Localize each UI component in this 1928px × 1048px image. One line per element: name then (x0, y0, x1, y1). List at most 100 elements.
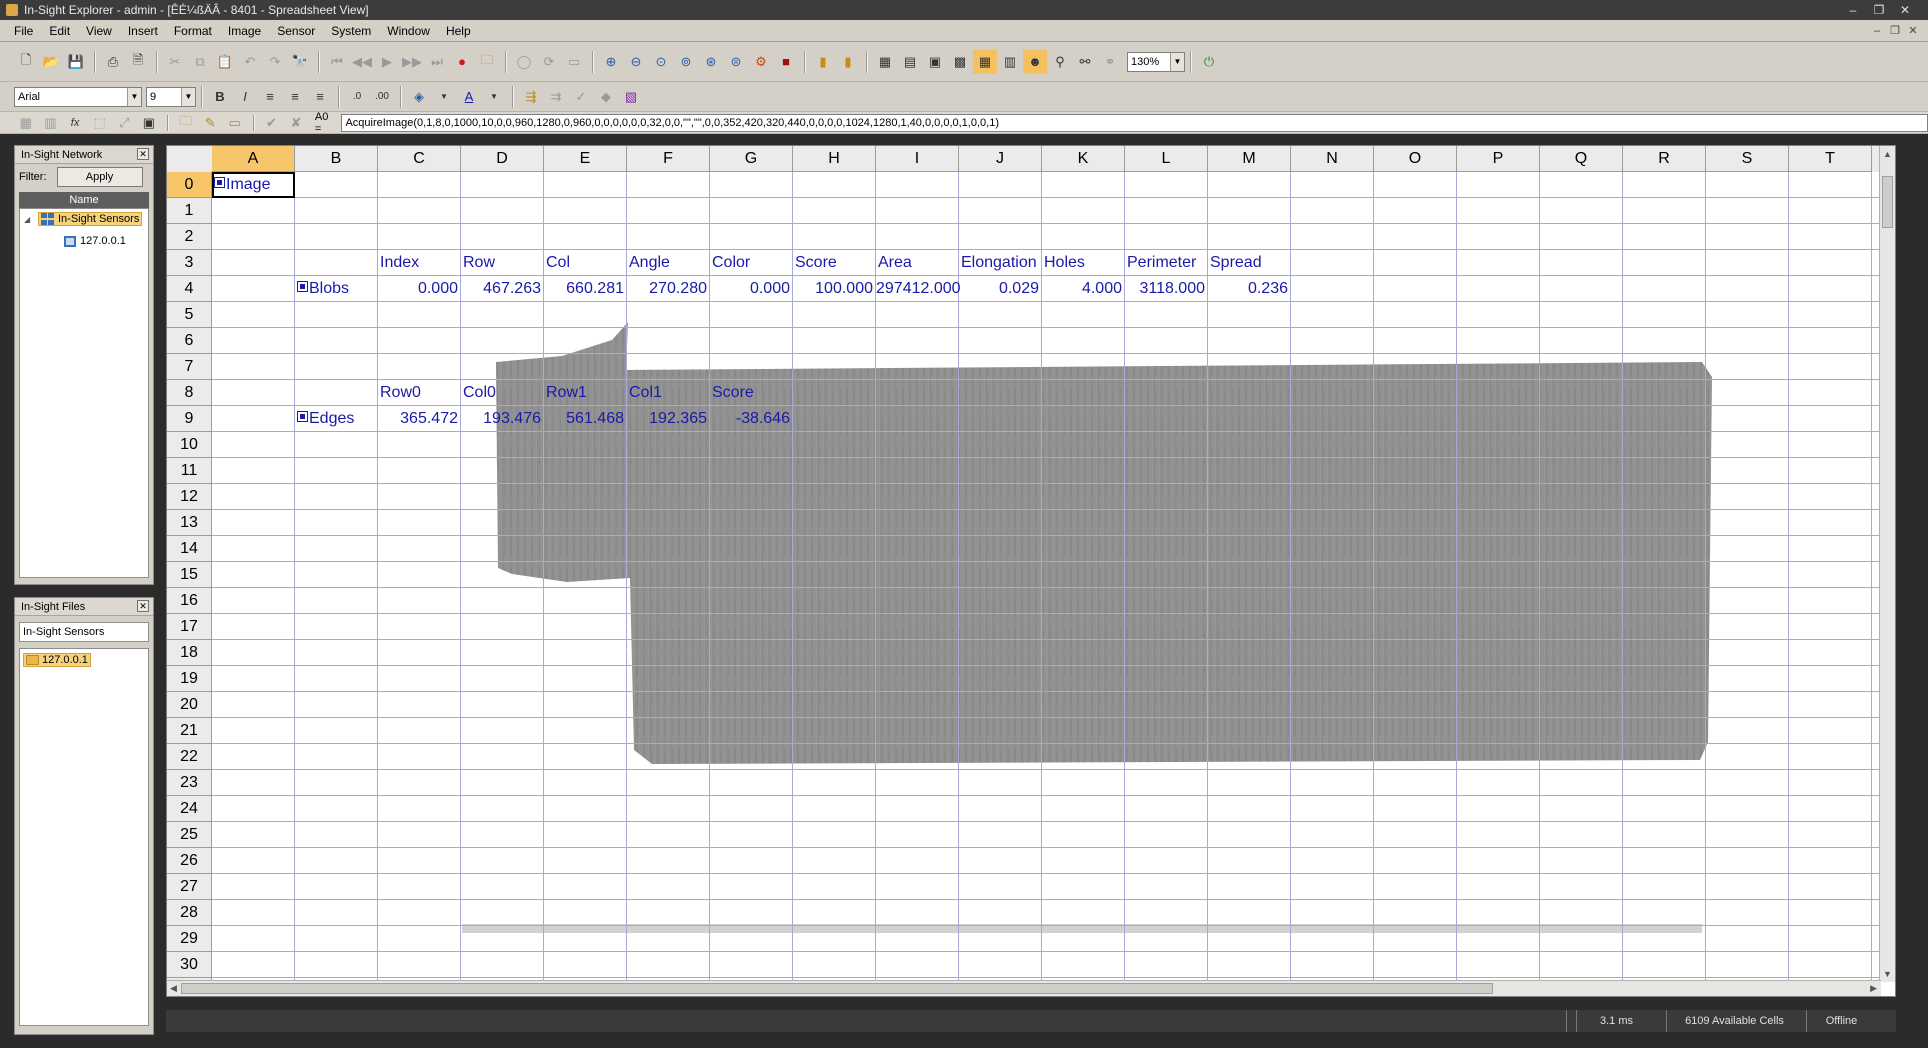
column-header-g[interactable]: G (710, 146, 793, 172)
zoom-out-icon[interactable]: ⊖ (624, 50, 648, 74)
menu-sensor[interactable]: Sensor (269, 20, 323, 42)
chevron-down-icon[interactable]: ▼ (432, 85, 456, 109)
row-header-12[interactable]: 12 (167, 484, 212, 510)
edge-header-cell[interactable]: Row1 (546, 380, 587, 406)
column-header-h[interactable]: H (793, 146, 876, 172)
blob-header-cell[interactable]: Spread (1210, 250, 1262, 276)
scroll-right-icon[interactable]: ▶ (1870, 983, 1877, 994)
row-header-5[interactable]: 5 (167, 302, 212, 328)
trace-icon[interactable]: ⇉ (544, 85, 568, 109)
row-header-11[interactable]: 11 (167, 458, 212, 484)
row-header-16[interactable]: 16 (167, 588, 212, 614)
row-header-19[interactable]: 19 (167, 666, 212, 692)
edge-value-cell[interactable]: 365.472 (378, 406, 458, 432)
column-header-k[interactable]: K (1042, 146, 1125, 172)
image-settings-icon[interactable]: ⚙ (749, 50, 773, 74)
job-icon[interactable]: ▮ (811, 50, 835, 74)
row-header-18[interactable]: 18 (167, 640, 212, 666)
column-header-o[interactable]: O (1374, 146, 1457, 172)
edit-icon[interactable]: ✎ (198, 114, 222, 132)
menu-window[interactable]: Window (379, 20, 438, 42)
blob-value-cell[interactable]: 3118.000 (1125, 276, 1205, 302)
last-record-icon[interactable]: ⏭ (425, 50, 449, 74)
live-video-icon[interactable]: ▭ (562, 50, 586, 74)
row-header-0[interactable]: 0 (167, 172, 212, 198)
check-icon[interactable]: ✓ (569, 85, 593, 109)
close-button[interactable]: ✕ (1892, 0, 1918, 20)
zoom-select[interactable]: 130% ▼ (1127, 51, 1185, 72)
fill-color-icon[interactable]: ◈ (407, 85, 431, 109)
blob-value-cell[interactable]: 4.000 (1042, 276, 1122, 302)
scroll-down-icon[interactable]: ▼ (1883, 969, 1892, 979)
repeat-trigger-icon[interactable]: ⟳ (537, 50, 561, 74)
zoom-width-icon[interactable]: ⊜ (724, 50, 748, 74)
new-file-icon[interactable]: 🗋 (14, 50, 38, 74)
zoom-in-icon[interactable]: ⊕ (599, 50, 623, 74)
align-left-icon[interactable]: ≡ (258, 85, 282, 109)
row-header-13[interactable]: 13 (167, 510, 212, 536)
label-icon[interactable]: ▭ (223, 114, 247, 132)
row-header-25[interactable]: 25 (167, 822, 212, 848)
row-header-21[interactable]: 21 (167, 718, 212, 744)
blob-header-cell[interactable]: Elongation (961, 250, 1037, 276)
row-header-1[interactable]: 1 (167, 198, 212, 224)
open-folder-icon[interactable]: 📂 (39, 50, 63, 74)
row-header-26[interactable]: 26 (167, 848, 212, 874)
bold-icon[interactable]: B (208, 85, 232, 109)
row-header-24[interactable]: 24 (167, 796, 212, 822)
cancel-icon[interactable]: ✘ (284, 114, 308, 132)
minimize-button[interactable]: – (1840, 0, 1866, 20)
image-icon[interactable]: ▣ (137, 114, 161, 132)
menu-image[interactable]: Image (220, 20, 269, 42)
menu-help[interactable]: Help (438, 20, 479, 42)
blob-value-cell[interactable]: 467.263 (461, 276, 541, 302)
blob-header-cell[interactable]: Holes (1044, 250, 1085, 276)
custom-view-icon[interactable]: ▣ (923, 50, 947, 74)
row-header-23[interactable]: 23 (167, 770, 212, 796)
row-header-4[interactable]: 4 (167, 276, 212, 302)
column-header-j[interactable]: J (959, 146, 1042, 172)
column-header-a[interactable]: A (212, 146, 295, 172)
blob-header-cell[interactable]: Color (712, 250, 750, 276)
columns-icon[interactable]: ▥ (39, 114, 63, 132)
column-header-d[interactable]: D (461, 146, 544, 172)
column-header-t[interactable]: T (1789, 146, 1872, 172)
edge-header-cell[interactable]: Score (712, 380, 754, 406)
increase-decimal-icon[interactable]: .0 (345, 85, 369, 109)
edge-value-cell[interactable]: -38.646 (710, 406, 790, 432)
blob-header-cell[interactable]: Area (878, 250, 912, 276)
blob-header-cell[interactable]: Row (463, 250, 495, 276)
sensor-icon[interactable]: ⚲ (1048, 50, 1072, 74)
folder-icon[interactable]: 🗀 (174, 113, 198, 132)
horizontal-scroll-thumb[interactable] (181, 983, 1493, 994)
column-header-p[interactable]: P (1457, 146, 1540, 172)
tree-column-header[interactable]: Name (19, 192, 149, 208)
blob-value-cell[interactable]: 660.281 (544, 276, 624, 302)
mdi-minimize-icon[interactable]: – (1868, 20, 1886, 42)
decrease-decimal-icon[interactable]: .00 (370, 85, 394, 109)
chevron-down-icon[interactable]: ▼ (482, 85, 506, 109)
row-header-28[interactable]: 28 (167, 900, 212, 926)
paste-icon[interactable]: 📋 (213, 50, 237, 74)
spreadsheet-toggle-icon[interactable]: ▦ (973, 49, 997, 74)
blob-header-cell[interactable]: Angle (629, 250, 670, 276)
menu-format[interactable]: Format (166, 20, 220, 42)
column-header-f[interactable]: F (627, 146, 710, 172)
edge-header-cell[interactable]: Col0 (463, 380, 496, 406)
function-icon[interactable]: fx (63, 114, 87, 132)
mdi-restore-icon[interactable]: ❐ (1886, 20, 1904, 42)
undo-icon[interactable]: ↶ (238, 50, 262, 74)
blob-value-cell[interactable]: 0.000 (378, 276, 458, 302)
folder-item[interactable]: 127.0.0.1 (23, 653, 91, 667)
edge-value-cell[interactable]: 193.476 (461, 406, 541, 432)
color-image-icon[interactable]: ■ (774, 50, 798, 74)
row-header-20[interactable]: 20 (167, 692, 212, 718)
blob-value-cell[interactable]: 100.000 (793, 276, 873, 302)
blob-header-cell[interactable]: Score (795, 250, 837, 276)
print-icon[interactable]: ⎙ (101, 50, 125, 74)
diamond-icon[interactable]: ◆ (594, 85, 618, 109)
job-list-icon[interactable]: ▮ (836, 50, 860, 74)
row-header-14[interactable]: 14 (167, 536, 212, 562)
previous-record-icon[interactable]: ◀◀ (350, 50, 374, 74)
column-header-b[interactable]: B (295, 146, 378, 172)
